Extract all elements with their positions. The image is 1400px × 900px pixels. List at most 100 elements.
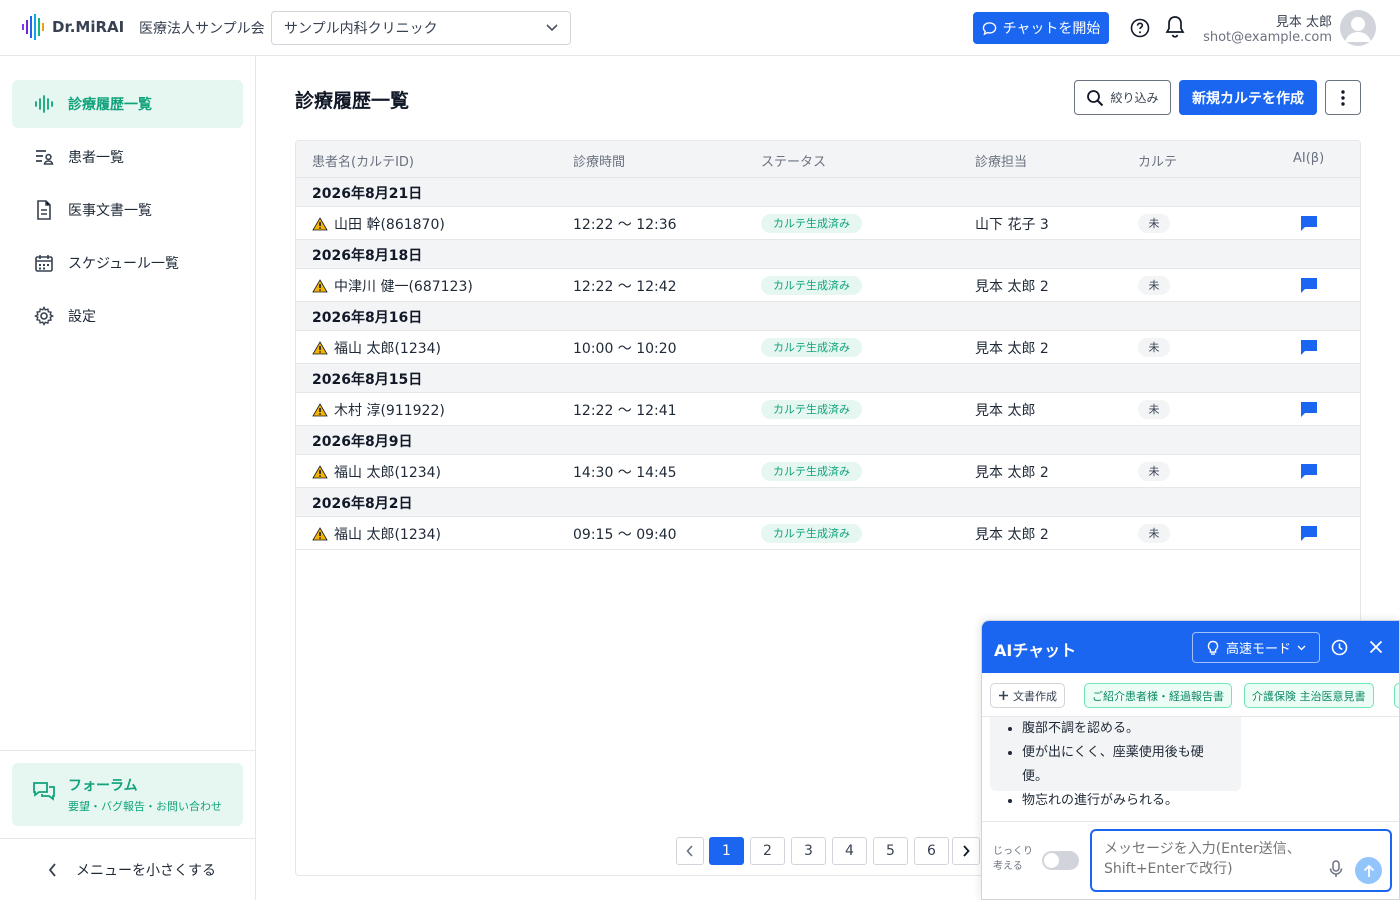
date-group-label: 2026年8月16日: [312, 310, 423, 326]
forum-link[interactable]: フォーラム 要望・バグ報告・お問い合わせ: [12, 763, 243, 826]
deep-think-label: じっくり考える: [993, 846, 1033, 872]
date-group-row: 2026年8月15日: [296, 364, 1360, 393]
sidebar-item-settings[interactable]: 設定: [12, 292, 243, 340]
column-header-ai[interactable]: AI(β): [1293, 151, 1324, 166]
pager-prev-button[interactable]: [676, 837, 704, 865]
date-group-row: 2026年8月9日: [296, 426, 1360, 455]
chevron-down-icon: [1297, 645, 1306, 650]
user-email: shot@example.com: [1203, 30, 1332, 45]
column-header-status[interactable]: ステータス: [761, 151, 826, 170]
start-chat-button[interactable]: チャットを開始: [973, 12, 1109, 44]
collapse-menu-button[interactable]: メニューを小さくする: [0, 846, 256, 894]
table-row[interactable]: 福山 太郎(1234) 14:30 ～ 14:45 カルテ生成済み 見本 太郎 2 未: [296, 455, 1360, 488]
mode-label: 高速モード: [1225, 642, 1291, 657]
avatar[interactable]: [1340, 10, 1376, 46]
ai-chat-icon[interactable]: [1300, 463, 1318, 484]
sidebar-item-label: 診療履歴一覧: [68, 97, 152, 113]
column-header-karte[interactable]: カルテ: [1138, 151, 1177, 170]
bell-icon[interactable]: [1164, 15, 1186, 43]
time-cell: 09:15 ～ 09:40: [573, 527, 677, 543]
sidebar-item-label: 患者一覧: [68, 150, 124, 166]
lightbulb-icon: [1207, 640, 1219, 655]
column-header-doctor[interactable]: 診療担当: [975, 151, 1027, 170]
table-row[interactable]: 福山 太郎(1234) 09:15 ～ 09:40 カルテ生成済み 見本 太郎 2 未: [296, 517, 1360, 550]
sidebar-item-schedule[interactable]: スケジュール一覧: [12, 239, 243, 287]
waveform-icon: [34, 94, 54, 114]
warning-icon: [312, 465, 328, 479]
status-badge: カルテ生成済み: [761, 400, 862, 419]
patient-name: 中津川 健一(687123): [334, 279, 473, 295]
time-cell: 12:22 ～ 12:36: [573, 217, 677, 233]
date-group-row: 2026年8月21日: [296, 178, 1360, 207]
chip-more[interactable]: 初: [1394, 683, 1399, 708]
date-group-row: 2026年8月16日: [296, 302, 1360, 331]
pager-next-button[interactable]: [952, 837, 980, 865]
gear-icon: [34, 306, 54, 326]
status-badge: カルテ生成済み: [761, 462, 862, 481]
ai-chat-icon[interactable]: [1300, 277, 1318, 298]
logo[interactable]: Dr.MiRAI: [22, 14, 124, 40]
pager-page-button[interactable]: 4: [832, 837, 867, 865]
user-name: 見本 太郎: [1275, 15, 1332, 30]
ai-chat-icon[interactable]: [1300, 401, 1318, 422]
clinic-select[interactable]: サンプル内科クリニック: [271, 11, 571, 45]
chevron-right-icon: [963, 845, 970, 857]
column-header-patient[interactable]: 患者名(カルテID): [312, 151, 414, 170]
top-header: Dr.MiRAI 医療法人サンプル会 サンプル内科クリニック チャットを開始 見…: [0, 0, 1400, 56]
history-icon[interactable]: [1331, 639, 1348, 660]
send-button[interactable]: [1355, 857, 1382, 884]
ai-chat-icon[interactable]: [1300, 215, 1318, 236]
patient-name: 福山 太郎(1234): [334, 527, 442, 543]
deep-think-toggle[interactable]: [1042, 851, 1079, 870]
sidebar-item-documents[interactable]: 医事文書一覧: [12, 186, 243, 234]
patient-cell[interactable]: 福山 太郎(1234): [312, 338, 441, 358]
karte-badge: 未: [1138, 400, 1170, 419]
help-icon[interactable]: [1130, 18, 1150, 42]
more-options-button[interactable]: [1325, 80, 1361, 115]
chip-create-document[interactable]: 文書作成: [990, 683, 1065, 708]
message-input[interactable]: [1090, 829, 1392, 892]
patient-name: 福山 太郎(1234): [334, 341, 442, 357]
karte-badge: 未: [1138, 524, 1170, 543]
sidebar-item-label: 医事文書一覧: [68, 203, 152, 219]
pager-page-button[interactable]: 5: [873, 837, 908, 865]
pager-page-button[interactable]: 1: [709, 837, 744, 865]
patient-list-icon: [34, 147, 54, 167]
karte-badge: 未: [1138, 338, 1170, 357]
pager-page-button[interactable]: 2: [750, 837, 785, 865]
ai-chat-icon[interactable]: [1300, 339, 1318, 360]
more-vertical-icon: [1341, 89, 1345, 106]
chip-referral-report[interactable]: ご紹介患者様・経過報告書: [1084, 683, 1232, 708]
karte-badge: 未: [1138, 214, 1170, 233]
chip-care-opinion[interactable]: 介護保険 主治医意見書: [1244, 683, 1374, 708]
new-karte-button[interactable]: 新規カルテを作成: [1179, 80, 1317, 115]
table-row[interactable]: 福山 太郎(1234) 10:00 ～ 10:20 カルテ生成済み 見本 太郎 2 未: [296, 331, 1360, 364]
sidebar-item-history[interactable]: 診療履歴一覧: [12, 80, 243, 128]
sidebar-item-patients[interactable]: 患者一覧: [12, 133, 243, 181]
table-row[interactable]: 中津川 健一(687123) 12:22 ～ 12:42 カルテ生成済み 見本 太郎 …: [296, 269, 1360, 302]
message-line: 腹部不調を認める。: [1022, 717, 1229, 741]
doctor-cell: 見本 太郎 2: [975, 341, 1049, 357]
mode-select[interactable]: 高速モード: [1192, 632, 1320, 663]
date-group-label: 2026年8月2日: [312, 496, 413, 512]
patient-cell[interactable]: 中津川 健一(687123): [312, 276, 473, 296]
patient-cell[interactable]: 木村 淳(911922): [312, 400, 445, 420]
time-cell: 12:22 ～ 12:41: [573, 403, 677, 419]
mic-icon[interactable]: [1329, 860, 1343, 882]
close-icon[interactable]: [1369, 640, 1383, 658]
doctor-cell: 見本 太郎 2: [975, 465, 1049, 481]
doctor-cell: 見本 太郎 2: [975, 279, 1049, 295]
status-badge: カルテ生成済み: [761, 338, 862, 357]
status-badge: カルテ生成済み: [761, 214, 862, 233]
date-group-label: 2026年8月9日: [312, 434, 413, 450]
patient-cell[interactable]: 福山 太郎(1234): [312, 524, 441, 544]
patient-cell[interactable]: 福山 太郎(1234): [312, 462, 441, 482]
patient-cell[interactable]: 山田 幹(861870): [312, 214, 445, 234]
pager-page-button[interactable]: 3: [791, 837, 826, 865]
filter-button[interactable]: 絞り込み: [1074, 80, 1171, 115]
table-row[interactable]: 木村 淳(911922) 12:22 ～ 12:41 カルテ生成済み 見本 太郎 未: [296, 393, 1360, 426]
table-row[interactable]: 山田 幹(861870) 12:22 ～ 12:36 カルテ生成済み 山下 花子 3 未: [296, 207, 1360, 240]
pager-page-button[interactable]: 6: [914, 837, 949, 865]
ai-chat-icon[interactable]: [1300, 525, 1318, 546]
column-header-time[interactable]: 診療時間: [573, 151, 625, 170]
